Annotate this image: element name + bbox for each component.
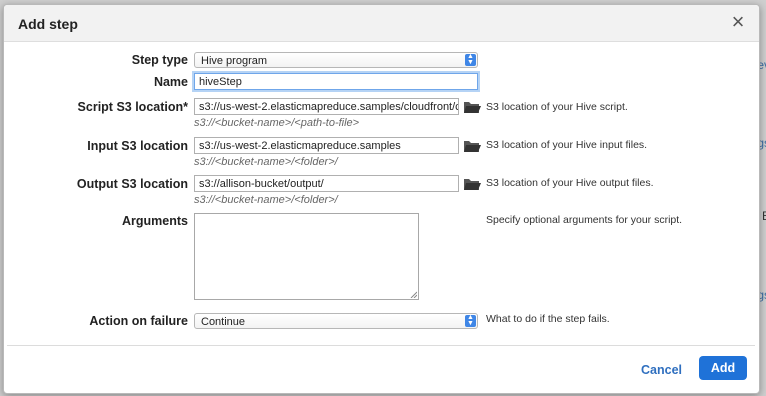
step-type-value: Hive program	[201, 55, 268, 67]
input-location-input[interactable]: s3://us-west-2.elasticmapreduce.samples	[194, 137, 459, 154]
step-type-select[interactable]: Hive program ▲ ▼	[194, 52, 478, 68]
step-type-label: Step type	[131, 53, 188, 67]
output-location-input[interactable]: s3://allison-bucket/output/	[194, 175, 459, 192]
script-location-label: Script S3 location*	[77, 100, 188, 114]
input-location-hint: s3://<bucket-name>/<folder>/	[194, 156, 338, 168]
action-on-failure-help: What to do if the step fails.	[486, 313, 610, 325]
folder-icon[interactable]	[463, 139, 481, 153]
input-location-label: Input S3 location	[87, 139, 188, 153]
name-label: Name	[153, 75, 188, 89]
output-location-help: S3 location of your Hive output files.	[486, 177, 654, 189]
action-on-failure-select[interactable]: Continue ▲ ▼	[194, 313, 478, 329]
action-on-failure-value: Continue	[201, 316, 246, 328]
resize-grip-icon[interactable]	[410, 291, 417, 298]
cancel-button[interactable]: Cancel	[641, 363, 682, 377]
script-location-input[interactable]: s3://us-west-2.elasticmapreduce.samples/…	[194, 98, 459, 115]
name-input[interactable]: hiveStep	[194, 73, 478, 90]
action-on-failure-label: Action on failure	[89, 314, 188, 328]
dialog-title: Add step	[18, 16, 78, 32]
arguments-label: Arguments	[122, 214, 188, 228]
dialog-header: Add step ×	[4, 5, 759, 42]
arguments-help: Specify optional arguments for your scri…	[486, 214, 683, 226]
input-location-help: S3 location of your Hive input files.	[486, 139, 648, 151]
add-button[interactable]: Add	[699, 356, 747, 380]
arguments-textarea[interactable]	[194, 213, 419, 300]
chevron-updown-icon: ▲ ▼	[465, 53, 476, 66]
folder-icon[interactable]	[463, 100, 481, 114]
footer-divider	[7, 345, 755, 346]
output-location-hint: s3://<bucket-name>/<folder>/	[194, 194, 338, 206]
add-step-dialog: Add step × Step type Hive program ▲ ▼ Nam…	[3, 4, 760, 394]
close-icon[interactable]: ×	[727, 11, 749, 33]
background-text-fragment: E	[761, 209, 766, 223]
output-location-label: Output S3 location	[76, 177, 188, 191]
script-location-hint: s3://<bucket-name>/<path-to-file>	[194, 117, 360, 129]
chevron-updown-icon: ▲ ▼	[465, 314, 476, 327]
folder-icon[interactable]	[463, 177, 481, 191]
script-location-help: S3 location of your Hive script.	[486, 101, 628, 113]
